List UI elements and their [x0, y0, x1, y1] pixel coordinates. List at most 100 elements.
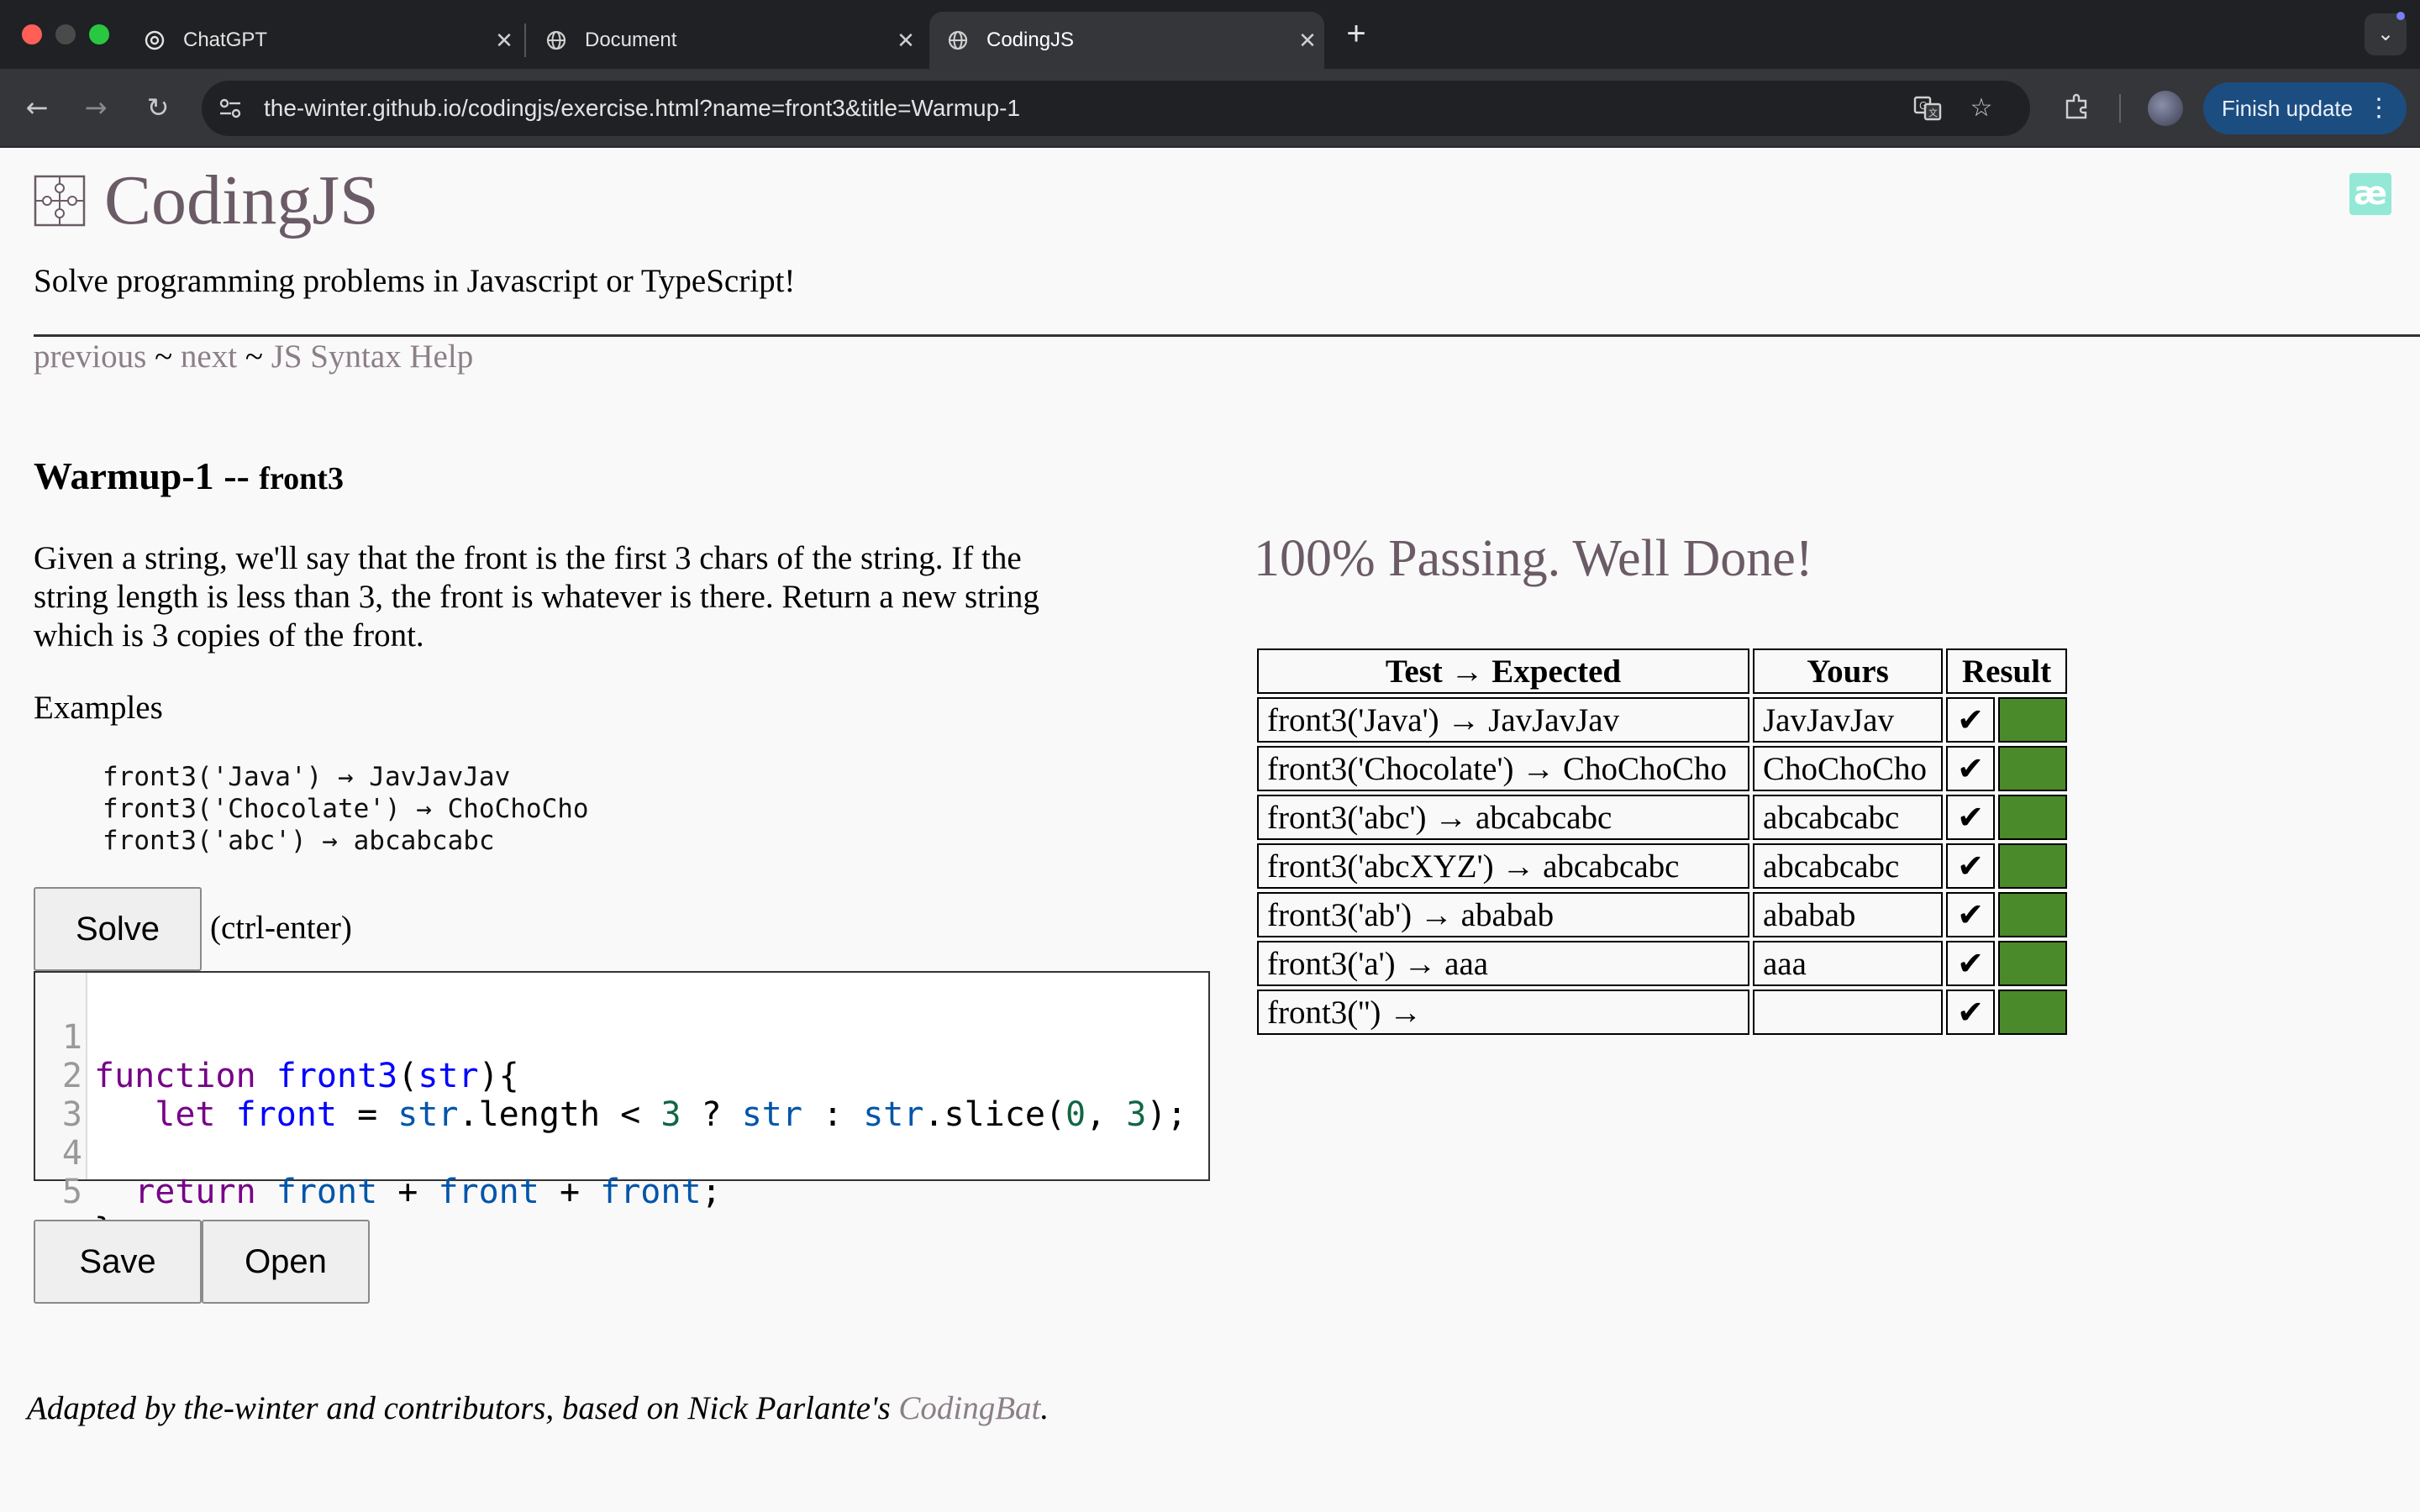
yours-cell — [1753, 990, 1943, 1035]
profile-avatar[interactable] — [2148, 91, 2183, 126]
next-link[interactable]: next — [181, 339, 237, 375]
back-icon[interactable]: ← — [17, 87, 57, 128]
results-table: Test → Expected Yours Result front3('Jav… — [1254, 645, 2070, 1038]
globe-icon — [544, 29, 568, 52]
code-line[interactable]: 4 return front + front + front; — [35, 1095, 722, 1211]
js-syntax-help-link[interactable]: JS Syntax Help — [271, 339, 474, 375]
yours-cell: ababab — [1753, 892, 1943, 937]
exercise-category: Warmup-1 — [34, 454, 214, 497]
checkmark-icon: ✔ — [1946, 892, 1995, 937]
table-row: front3('a') → aaa aaa ✔ — [1257, 941, 2067, 986]
results-header-row: Test → Expected Yours Result — [1257, 648, 2067, 694]
tab-title: ChatGPT — [183, 29, 268, 51]
pass-indicator — [1998, 990, 2067, 1035]
tab-search-button[interactable]: ⌄ — [2365, 12, 2407, 55]
translate-icon[interactable]: G文 — [1912, 93, 1943, 123]
pass-indicator — [1998, 746, 2067, 791]
previous-link[interactable]: previous — [34, 339, 146, 375]
test-cell: front3('a') → aaa — [1257, 941, 1749, 986]
example-line: front3('abc') → abcabcabc — [103, 826, 495, 856]
svg-text:G: G — [1919, 100, 1927, 112]
yours-cell: ChoChoCho — [1753, 746, 1943, 791]
solve-button[interactable]: Solve — [34, 887, 202, 971]
close-window-button[interactable] — [22, 24, 42, 45]
shortcut-hint: (ctrl-enter) — [210, 910, 352, 946]
close-tab-icon[interactable]: ✕ — [889, 28, 923, 54]
test-cell: front3('ab') → ababab — [1257, 892, 1749, 937]
open-button[interactable]: Open — [202, 1220, 370, 1304]
tab-chatgpt[interactable]: ChatGPT ✕ — [126, 12, 521, 69]
puzzle-logo-icon — [34, 175, 86, 227]
code-line[interactable]: 1 function front3(str){ — [35, 979, 519, 1095]
test-cell: front3('Chocolate') → ChoChoCho — [1257, 746, 1749, 791]
notification-dot — [2396, 12, 2405, 20]
yours-cell: JavJavJav — [1753, 697, 1943, 743]
header-yours: Yours — [1753, 648, 1943, 694]
code-line[interactable]: 2 let front = str.length < 3 ? str : str… — [35, 1018, 1187, 1134]
openai-icon — [143, 29, 166, 52]
pass-indicator — [1998, 843, 2067, 889]
example-line: front3('Chocolate') → ChoChoCho — [103, 794, 589, 824]
close-tab-icon[interactable]: ✕ — [487, 28, 521, 54]
site-settings-icon[interactable] — [217, 95, 244, 122]
header-test-expected: Test → Expected — [1257, 648, 1749, 694]
line-number: 5 — [61, 1173, 82, 1211]
svg-text:文: 文 — [1928, 107, 1938, 118]
site-tagline: Solve programming problems in Javascript… — [34, 263, 796, 299]
examples-list: front3('Java') → JavJavJav front3('Chocol… — [103, 761, 589, 857]
table-row: front3('abcXYZ') → abcabcabc abcabcabc ✔ — [1257, 843, 2067, 889]
table-row: front3('abc') → abcabcabc abcabcabc ✔ — [1257, 795, 2067, 840]
new-tab-button[interactable]: + — [1338, 15, 1375, 52]
footer-text: Adapted by the-winter and contributors, … — [27, 1390, 899, 1426]
code-line[interactable]: 3 — [35, 1057, 157, 1134]
maximize-window-button[interactable] — [89, 24, 109, 45]
footer: Adapted by the-winter and contributors, … — [27, 1389, 1049, 1427]
save-button[interactable]: Save — [34, 1220, 202, 1304]
exercise-name: front3 — [259, 461, 344, 496]
ae-extension-icon[interactable]: æ — [2349, 173, 2391, 215]
site-title: CodingJS — [104, 161, 379, 239]
address-bar[interactable]: the-winter.github.io/codingjs/exercise.h… — [202, 81, 2030, 136]
page-content: CodingJS æ Solve programming problems in… — [0, 148, 2420, 1512]
header-result: Result — [1946, 648, 2067, 694]
reload-icon[interactable]: ↻ — [138, 87, 178, 128]
table-row: front3('ab') → ababab ababab ✔ — [1257, 892, 2067, 937]
url-text[interactable]: the-winter.github.io/codingjs/exercise.h… — [264, 81, 1020, 136]
yours-cell: aaa — [1753, 941, 1943, 986]
tab-separator — [524, 24, 526, 57]
forward-icon[interactable]: → — [76, 87, 116, 128]
nav-separator: ~ — [146, 339, 181, 375]
code-editor[interactable]: 1 function front3(str){ 2 let front = st… — [34, 971, 1210, 1250]
finish-update-button[interactable]: Finish update ⋮ — [2203, 82, 2407, 134]
table-row: front3('Java') → JavJavJav JavJavJav ✔ — [1257, 697, 2067, 743]
more-vert-icon: ⋮ — [2366, 94, 2391, 122]
test-cell: front3('abc') → abcabcabc — [1257, 795, 1749, 840]
checkmark-icon: ✔ — [1946, 746, 1995, 791]
tab-document[interactable]: Document ✕ — [528, 12, 923, 69]
table-row: front3('') → ✔ — [1257, 990, 2067, 1035]
yours-cell: abcabcabc — [1753, 795, 1943, 840]
yours-cell: abcabcabc — [1753, 843, 1943, 889]
bookmark-star-icon[interactable]: ☆ — [1966, 93, 1996, 123]
pass-indicator — [1998, 892, 2067, 937]
tab-title: Document — [585, 29, 677, 51]
test-cell: front3('Java') → JavJavJav — [1257, 697, 1749, 743]
title-separator: -- — [213, 454, 260, 497]
tab-codingjs[interactable]: CodingJS ✕ — [929, 12, 1324, 69]
examples-label: Examples — [34, 690, 163, 726]
minimize-window-button[interactable] — [55, 24, 76, 45]
finish-update-label: Finish update — [2222, 95, 2354, 121]
close-tab-icon[interactable]: ✕ — [1291, 28, 1324, 54]
code-line[interactable]: 5 } — [35, 1134, 157, 1250]
checkmark-icon: ✔ — [1946, 941, 1995, 986]
toolbar-separator — [2119, 94, 2121, 123]
checkmark-icon: ✔ — [1946, 990, 1995, 1035]
codingbat-link[interactable]: CodingBat — [898, 1390, 1040, 1426]
chevron-down-icon: ⌄ — [2376, 23, 2395, 45]
checkmark-icon: ✔ — [1946, 697, 1995, 743]
checkmark-icon: ✔ — [1946, 843, 1995, 889]
pass-message: 100% Passing. Well Done! — [1254, 530, 1813, 587]
divider — [34, 334, 2420, 337]
extensions-icon[interactable] — [2060, 91, 2094, 124]
exercise-title: Warmup-1 -- front3 — [34, 454, 344, 498]
